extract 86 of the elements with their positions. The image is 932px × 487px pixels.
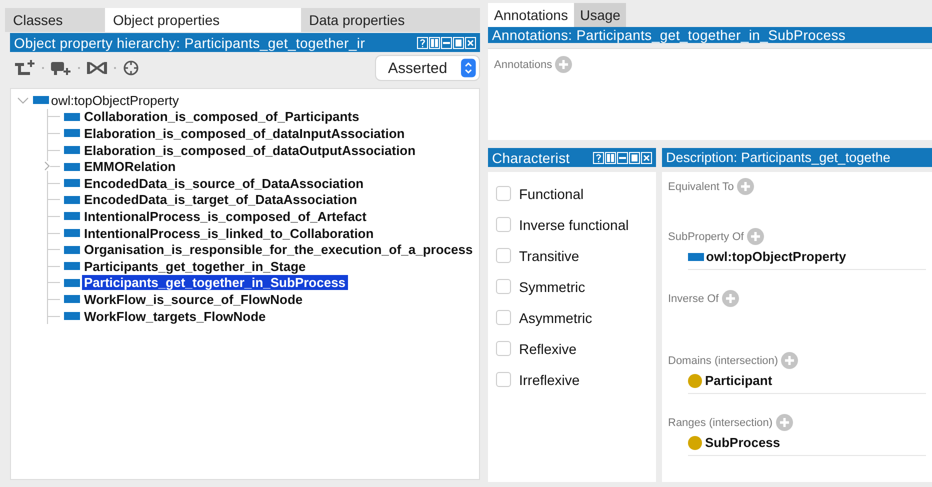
- minimize-icon[interactable]: [617, 152, 628, 164]
- split-icon[interactable]: [429, 36, 440, 48]
- mode-dropdown[interactable]: Asserted: [376, 56, 479, 80]
- delete-icon[interactable]: [86, 59, 108, 77]
- tree-item[interactable]: WorkFlow_is_source_of_FlowNode: [82, 292, 305, 307]
- panel-title: Description: Participants_get_togethe: [666, 150, 892, 165]
- class-icon: [688, 436, 702, 450]
- split-icon[interactable]: [605, 152, 616, 164]
- tab[interactable]: Classes: [5, 8, 105, 32]
- target-icon[interactable]: [122, 59, 140, 77]
- tree-item[interactable]: Organisation_is_responsible_for_the_execution_of_a_process: [82, 242, 475, 258]
- tree-item[interactable]: WorkFlow_targets_FlowNode: [82, 308, 268, 324]
- expand-arrow-icon[interactable]: [44, 161, 50, 172]
- add-icon[interactable]: [776, 414, 793, 431]
- checkbox[interactable]: [496, 186, 511, 201]
- help-icon[interactable]: [417, 36, 428, 48]
- tab[interactable]: Annotations: [488, 3, 574, 27]
- section-label: Ranges (intersection): [668, 416, 773, 428]
- checkbox-label: Functional: [519, 186, 584, 202]
- tree-item[interactable]: Collaboration_is_composed_of_Participants: [82, 109, 362, 124]
- checkbox[interactable]: [496, 341, 511, 356]
- class-icon: [688, 374, 702, 388]
- add-icon[interactable]: [722, 290, 739, 307]
- tree-item[interactable]: EncodedData_is_target_of_DataAssociation: [82, 192, 360, 208]
- checkbox[interactable]: [496, 217, 511, 232]
- tab[interactable]: Object properties: [105, 8, 301, 32]
- close-icon[interactable]: [641, 152, 652, 164]
- panel-title: Annotations: Participants_get_together_in_SubProcess: [492, 27, 847, 43]
- checkbox-label: Transitive: [519, 248, 580, 264]
- checkbox-label: Asymmetric: [519, 310, 592, 326]
- checkbox[interactable]: [496, 372, 511, 387]
- property-icon: [64, 179, 80, 188]
- property-icon: [64, 146, 80, 154]
- tab[interactable]: Data properties: [301, 8, 480, 32]
- minimize-icon[interactable]: [441, 36, 452, 48]
- tree-item[interactable]: IntentionalProcess_is_linked_to_Collaboration: [82, 226, 376, 241]
- tree-item[interactable]: Elaboration_is_composed_of_dataOutputAssociation: [82, 142, 418, 158]
- add-icon[interactable]: [736, 178, 754, 195]
- add-icon[interactable]: [746, 228, 764, 245]
- close-icon[interactable]: [465, 36, 476, 48]
- checkbox-label: Reflexive: [519, 340, 577, 356]
- property-icon: [64, 162, 80, 171]
- section-label: SubProperty Of: [668, 230, 744, 242]
- section-label: Inverse Of: [668, 292, 719, 304]
- tree-item[interactable]: Participants_get_together_in_SubProcess: [82, 275, 348, 290]
- checkbox-label: Inverse functional: [519, 216, 629, 232]
- property-icon: [64, 196, 80, 204]
- property-icon: [33, 96, 49, 104]
- add-sibling-icon[interactable]: [50, 59, 72, 77]
- maximize-icon[interactable]: [629, 152, 640, 164]
- add-subproperty-icon[interactable]: [14, 59, 36, 77]
- checkbox-label: Irreflexive: [519, 372, 580, 388]
- checkbox[interactable]: [496, 279, 511, 294]
- tree-item[interactable]: EncodedData_is_source_of_DataAssociation: [82, 176, 366, 191]
- checkbox[interactable]: [496, 310, 511, 325]
- property-icon: [64, 229, 80, 238]
- tree-item[interactable]: EMMORelation: [82, 159, 178, 174]
- tree-item[interactable]: Participants_get_together_in_Stage: [82, 258, 308, 274]
- entity-name[interactable]: Participant: [705, 373, 772, 388]
- property-icon: [64, 262, 80, 270]
- panel-title: Object property hierarchy: Participants_get_together_ir: [14, 34, 366, 50]
- add-icon[interactable]: [555, 56, 572, 73]
- stepper-icon: [461, 58, 476, 78]
- checkbox-label: Symmetric: [519, 278, 586, 294]
- property-icon: [64, 112, 80, 121]
- section-label: Domains (intersection): [668, 354, 778, 366]
- entity-name[interactable]: owl:topObjectProperty: [706, 249, 846, 264]
- property-icon: [64, 212, 80, 220]
- tree-item[interactable]: IntentionalProcess_is_composed_of_Artefact: [82, 208, 368, 224]
- property-icon: [688, 252, 704, 260]
- add-icon[interactable]: [781, 352, 798, 369]
- section-label: Annotations: [494, 58, 552, 70]
- tree-item[interactable]: owl:topObjectProperty: [51, 92, 179, 108]
- tree-item[interactable]: Elaboration_is_composed_of_dataInputAssociation: [82, 126, 407, 141]
- property-icon: [64, 129, 80, 138]
- maximize-icon[interactable]: [453, 36, 464, 48]
- checkbox[interactable]: [496, 248, 511, 263]
- tab[interactable]: Usage: [574, 3, 626, 27]
- property-icon: [64, 312, 80, 320]
- help-icon[interactable]: [593, 152, 604, 164]
- property-icon: [64, 278, 80, 287]
- entity-name[interactable]: SubProcess: [705, 435, 780, 450]
- panel-title: Characterist: [492, 150, 571, 166]
- section-label: Equivalent To: [668, 180, 734, 192]
- property-icon: [64, 295, 80, 304]
- property-icon: [64, 246, 80, 254]
